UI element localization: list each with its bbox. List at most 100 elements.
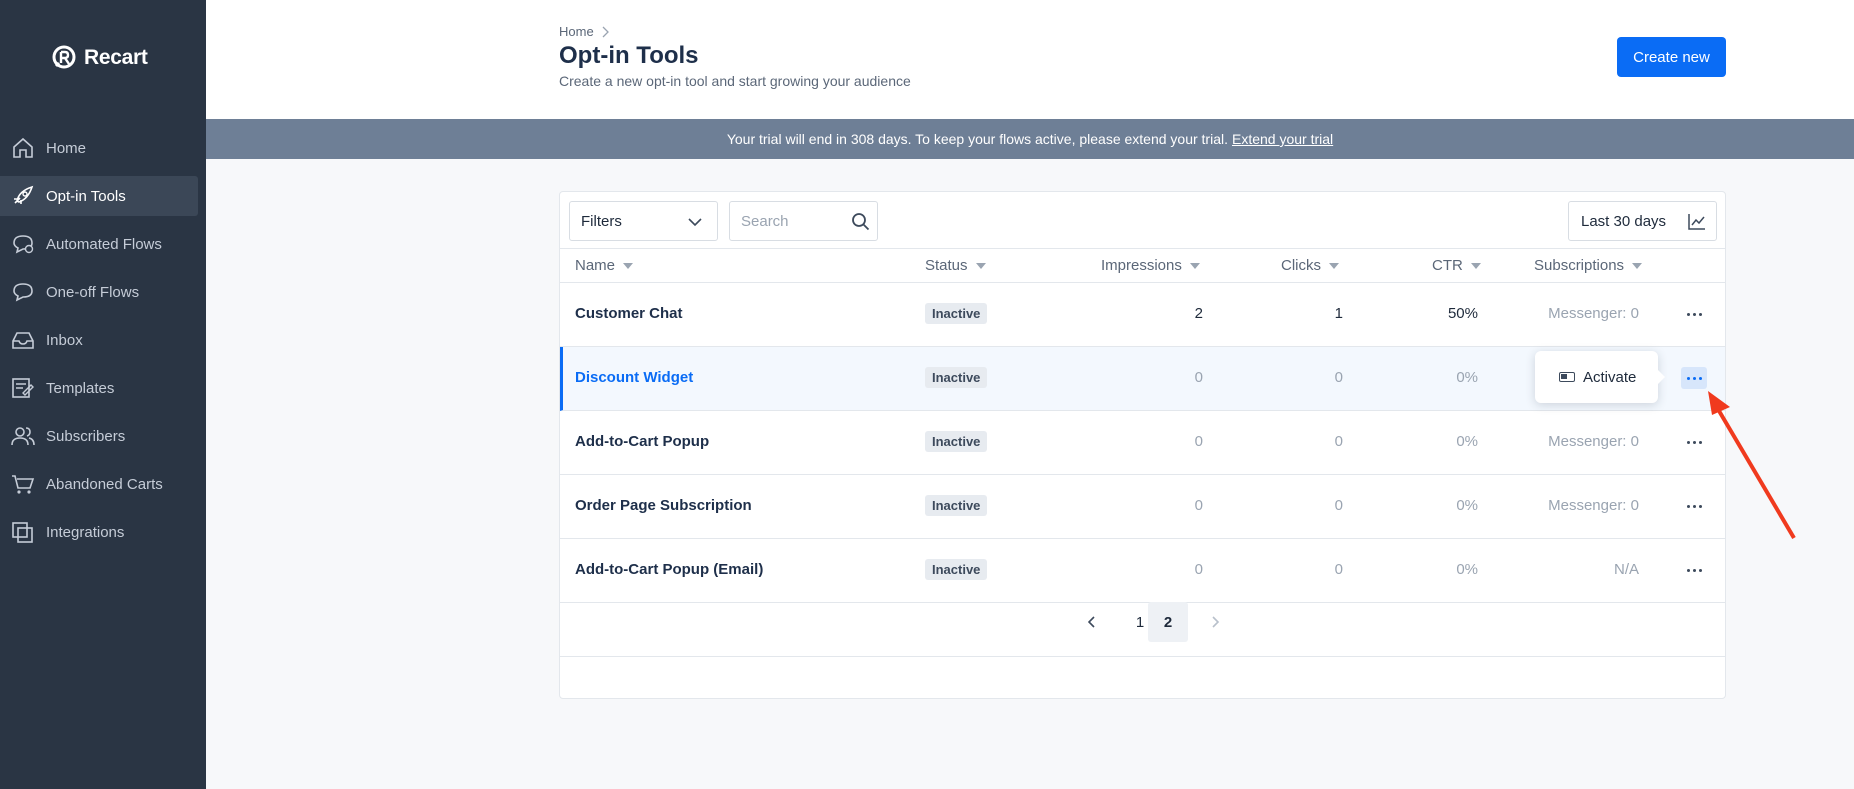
line-chart-icon[interactable] <box>1688 213 1706 230</box>
row-ctr: 0% <box>1456 497 1478 514</box>
recart-logo[interactable]: Recart <box>50 44 148 72</box>
row-clicks: 0 <box>1334 433 1343 450</box>
row-name[interactable]: Order Page Subscription <box>575 497 752 514</box>
home-icon <box>11 137 35 159</box>
column-header-name[interactable]: Name <box>575 257 634 274</box>
sidebar-item-integrations[interactable]: Integrations <box>0 512 198 552</box>
table-header: Name Status Impressions Clicks CTR Subsc… <box>560 249 1725 283</box>
trial-banner-text: Your trial will end in 308 days. To keep… <box>726 131 1228 147</box>
row-impressions: 0 <box>1194 369 1203 386</box>
row-subscriptions: N/A <box>1613 561 1639 578</box>
page-header: Home Opt-in Tools Create a new opt-in to… <box>206 0 1854 119</box>
sort-caret-icon <box>1632 262 1643 269</box>
column-header-subscriptions[interactable]: Subscriptions <box>1534 257 1643 274</box>
row-clicks: 0 <box>1334 561 1343 578</box>
prev-page-button[interactable] <box>1072 602 1112 642</box>
sidebar-item-label: Subscribers <box>46 427 126 445</box>
sidebar: Recart Home Opt-in Tools Automated Flows… <box>0 0 206 789</box>
sidebar-item-subscribers[interactable]: Subscribers <box>0 416 198 456</box>
chevron-right-icon <box>1212 616 1220 628</box>
sort-caret-icon <box>623 262 634 269</box>
page-subtitle: Create a new opt-in tool and start growi… <box>559 73 911 89</box>
chevron-right-icon <box>602 26 609 37</box>
annotation-arrow-icon <box>1708 391 1796 540</box>
row-name[interactable]: Add-to-Cart Popup <box>575 433 709 450</box>
date-range-label: Last 30 days <box>1581 212 1667 230</box>
chat-icon <box>11 281 35 303</box>
sidebar-item-label: Integrations <box>46 523 125 541</box>
next-page-button[interactable] <box>1196 602 1236 642</box>
row-ctr: 0% <box>1456 369 1478 386</box>
page-title: Opt-in Tools <box>559 42 699 69</box>
sidebar-item-label: Templates <box>46 379 115 397</box>
date-range-selector[interactable]: Last 30 days <box>1568 201 1717 241</box>
sidebar-item-label: Automated Flows <box>46 235 162 253</box>
status-badge: Inactive <box>925 495 988 516</box>
column-label: Subscriptions <box>1534 257 1625 274</box>
create-new-button[interactable]: Create new <box>1617 37 1726 77</box>
row-name[interactable]: Discount Widget <box>575 369 693 386</box>
chevron-down-icon <box>688 218 702 227</box>
table-row[interactable]: Order Page Subscription Inactive 0 0 0% … <box>560 475 1725 539</box>
row-subscriptions: Messenger: 0 <box>1548 497 1639 514</box>
sort-caret-icon <box>1189 262 1200 269</box>
template-icon <box>11 377 35 399</box>
row-clicks: 1 <box>1334 305 1343 322</box>
row-ctr: 0% <box>1456 561 1478 578</box>
row-clicks: 0 <box>1334 369 1343 386</box>
table-toolbar: Filters Last 30 days <box>560 192 1725 249</box>
toggle-icon <box>1559 372 1575 382</box>
row-subscriptions: Messenger: 0 <box>1548 433 1639 450</box>
sidebar-item-inbox[interactable]: Inbox <box>0 320 198 360</box>
sidebar-item-label: Home <box>46 139 87 157</box>
sidebar-item-one-off-flows[interactable]: One-off Flows <box>0 272 198 312</box>
search-icon[interactable] <box>851 212 870 231</box>
sidebar-item-home[interactable]: Home <box>0 128 198 168</box>
opt-in-tools-card: Filters Last 30 days Name Status Impress… <box>559 191 1726 699</box>
row-actions-popover[interactable]: Activate <box>1535 351 1665 403</box>
row-name[interactable]: Add-to-Cart Popup (Email) <box>575 561 763 578</box>
search-box <box>729 201 878 241</box>
page-button-2[interactable]: 2 <box>1148 602 1188 642</box>
column-label: Clicks <box>1281 257 1321 274</box>
more-actions-button[interactable] <box>1681 303 1707 325</box>
sidebar-item-label: Opt-in Tools <box>46 187 126 205</box>
table-row[interactable]: Customer Chat Inactive 2 1 50% Messenger… <box>560 283 1725 347</box>
row-ctr: 0% <box>1456 433 1478 450</box>
sidebar-item-opt-in-tools[interactable]: Opt-in Tools <box>0 176 198 216</box>
row-clicks: 0 <box>1334 497 1343 514</box>
sidebar-item-label: Inbox <box>46 331 83 349</box>
rocket-icon <box>11 185 35 207</box>
column-header-impressions[interactable]: Impressions <box>1101 257 1200 274</box>
row-subscriptions: Messenger: 0 <box>1548 305 1639 322</box>
sidebar-item-abandoned-carts[interactable]: Abandoned Carts <box>0 464 198 504</box>
column-header-status[interactable]: Status <box>925 257 986 274</box>
filters-dropdown[interactable]: Filters <box>569 201 718 241</box>
activate-menu-item[interactable]: Activate <box>1583 369 1636 386</box>
row-impressions: 0 <box>1194 497 1203 514</box>
users-icon <box>11 425 35 447</box>
column-label: CTR <box>1432 257 1463 274</box>
chevron-left-icon <box>1088 616 1095 628</box>
recart-logo-icon <box>52 45 76 69</box>
logo-text: Recart <box>84 46 148 69</box>
status-badge: Inactive <box>925 303 988 324</box>
column-header-ctr[interactable]: CTR <box>1432 257 1481 274</box>
row-name[interactable]: Customer Chat <box>575 305 683 322</box>
column-label: Name <box>575 257 616 274</box>
column-header-clicks[interactable]: Clicks <box>1281 257 1339 274</box>
sidebar-item-label: Abandoned Carts <box>46 475 163 493</box>
sidebar-item-automated-flows[interactable]: Automated Flows <box>0 224 198 264</box>
extend-trial-link[interactable]: Extend your trial <box>1232 131 1333 147</box>
breadcrumb-home-link[interactable]: Home <box>559 24 594 39</box>
sidebar-item-label: One-off Flows <box>46 283 140 301</box>
sidebar-item-templates[interactable]: Templates <box>0 368 198 408</box>
inbox-icon <box>11 329 35 351</box>
table-row[interactable]: Add-to-Cart Popup Inactive 0 0 0% Messen… <box>560 411 1725 475</box>
chat-gear-icon <box>11 233 35 255</box>
row-impressions: 0 <box>1194 433 1203 450</box>
column-label: Status <box>925 257 968 274</box>
pagination: 1 2 <box>560 577 1725 657</box>
search-input[interactable] <box>730 202 840 240</box>
column-label: Impressions <box>1101 257 1182 274</box>
